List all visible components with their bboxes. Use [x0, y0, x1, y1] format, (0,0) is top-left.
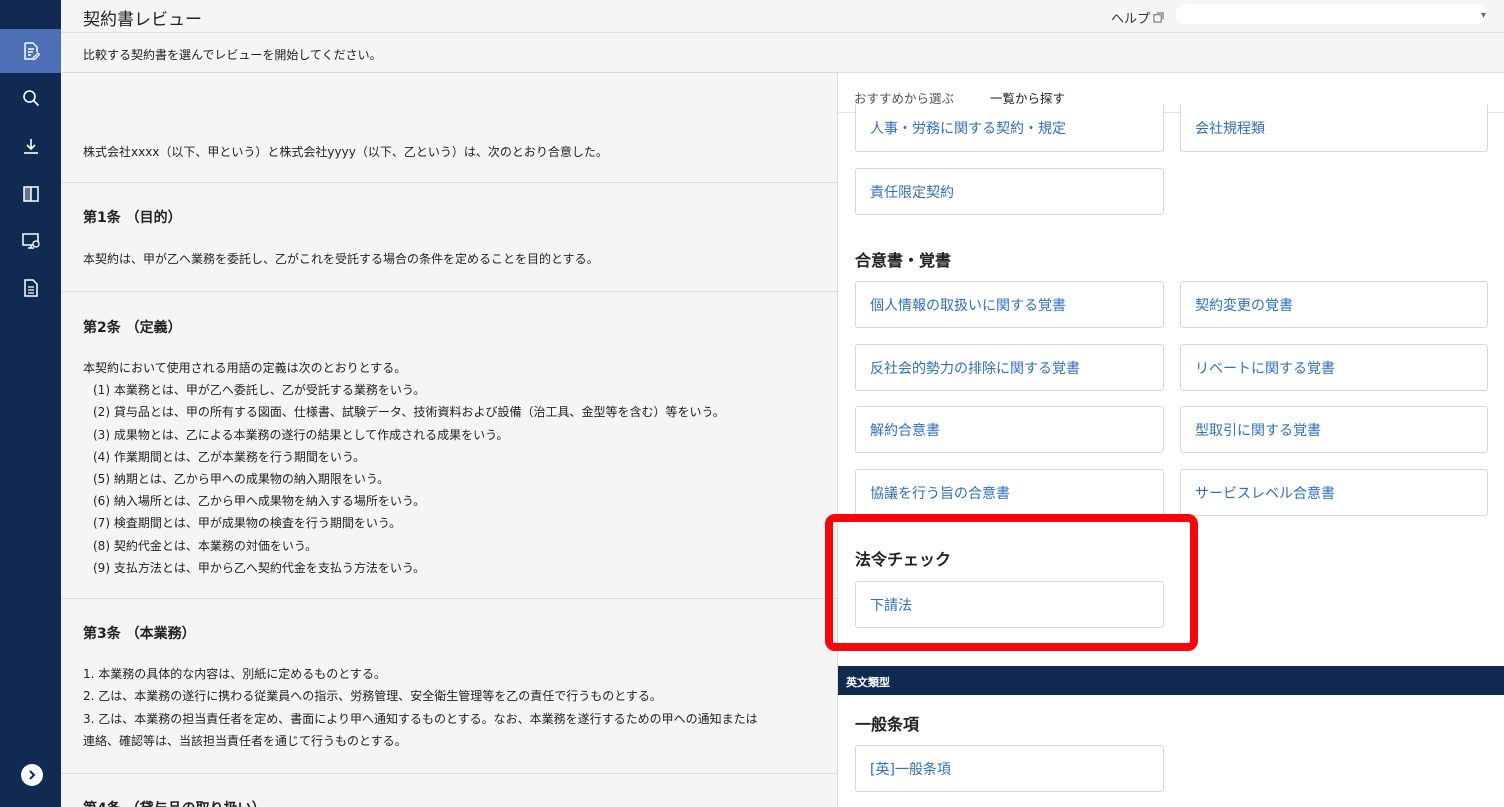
expand-sidebar-button[interactable] — [21, 764, 43, 786]
article-section: 第4条 （貸与品の取り扱い） — [61, 774, 837, 807]
template-card[interactable]: 契約変更の覚書 — [1180, 281, 1488, 328]
search-icon — [22, 90, 39, 107]
article-title: 第4条 （貸与品の取り扱い） — [83, 798, 266, 807]
chevron-right-icon — [29, 770, 36, 780]
sidebar-item-download[interactable] — [0, 124, 61, 168]
group-heading: 合意書・覚書 — [855, 251, 952, 270]
article-line: (7) 検査期間とは、甲が成果物の検査を行う期間をいう。 — [93, 516, 402, 530]
article-line: 本契約において使用される用語の定義は次のとおりとする。 — [83, 361, 407, 375]
template-card[interactable]: 会社規程類 — [1180, 105, 1488, 152]
header: 契約書レビュー ヘルプ ▾ — [61, 0, 1504, 33]
sidebar — [0, 0, 61, 807]
template-card[interactable]: 人事・労務に関する契約・規定 — [855, 105, 1164, 152]
sidebar-item-document[interactable] — [0, 266, 61, 310]
template-card[interactable]: サービスレベル合意書 — [1180, 469, 1488, 516]
template-card[interactable]: 解約合意書 — [855, 406, 1164, 453]
article-line: (4) 作業期間とは、乙が本業務を行う期間をいう。 — [93, 450, 366, 464]
article-line: (2) 貸与品とは、甲の所有する図面、仕様書、試験データ、技術資料および設備（治… — [93, 405, 725, 419]
template-card[interactable]: 協議を行う旨の合意書 — [855, 469, 1164, 516]
download-icon — [23, 139, 38, 154]
article-section: 第1条 （目的） 本契約は、甲が乙へ業務を委託し、乙がこれを受託する場合の条件を… — [61, 183, 837, 292]
contract-document[interactable]: 株式会社xxxx（以下、甲という）と株式会社yyyy（以下、乙という）は、次のと… — [61, 73, 838, 807]
sidebar-item-compare[interactable] — [0, 172, 61, 216]
template-card[interactable]: [英]一般条項 — [855, 745, 1164, 792]
sidebar-item-search[interactable] — [0, 76, 61, 120]
article-line: 1. 本業務の具体的な内容は、別紙に定めるものとする。 — [83, 667, 386, 681]
preamble-text: 株式会社xxxx（以下、甲という）と株式会社yyyy（以下、乙という）は、次のと… — [83, 145, 608, 159]
preamble-section: 株式会社xxxx（以下、甲という）と株式会社yyyy（以下、乙という）は、次のと… — [61, 73, 837, 183]
article-line: 本契約は、甲が乙へ業務を委託し、乙がこれを受託する場合の条件を定めることを目的と… — [83, 252, 599, 266]
article-title: 第1条 （目的） — [83, 210, 182, 226]
help-link[interactable]: ヘルプ — [1111, 8, 1164, 27]
article-line: 連絡、確認等は、当該担当責任者を通じて行うものとする。 — [83, 734, 407, 748]
template-card[interactable]: 型取引に関する覚書 — [1180, 406, 1488, 453]
instruction-text: 比較する契約書を選んでレビューを開始してください。 — [83, 48, 382, 62]
article-section: 第2条 （定義） 本契約において使用される用語の定義は次のとおりとする。 (1)… — [61, 292, 837, 599]
template-card[interactable]: 個人情報の取扱いに関する覚書 — [855, 281, 1164, 328]
user-menu[interactable] — [1176, 4, 1486, 24]
instruction-bar: 比較する契約書を選んでレビューを開始してください。 — [61, 33, 1504, 73]
page-title: 契約書レビュー — [83, 10, 202, 30]
external-link-icon — [1153, 12, 1164, 23]
article-line: 3. 乙は、本業務の担当責任者を定め、書面により甲へ通知するものとする。なお、本… — [83, 712, 758, 726]
template-panel: おすすめから選ぶ 一覧から探す 人事・労務に関する契約・規定 会社規程類 責任限… — [838, 73, 1504, 807]
article-line: (3) 成果物とは、乙による本業務の遂行の結果として作成される成果をいう。 — [93, 428, 509, 442]
article-line: (8) 契約代金とは、本業務の対価をいう。 — [93, 539, 318, 553]
compare-icon — [22, 186, 39, 202]
article-line: (1) 本業務とは、甲が乙へ委託し、乙が受託する業務をいう。 — [93, 383, 426, 397]
english-section-bar: 英文類型 — [838, 666, 1504, 695]
article-line: (5) 納期とは、乙から甲への成果物の納入期限をいう。 — [93, 472, 390, 486]
template-card[interactable]: 責任限定契約 — [855, 168, 1164, 215]
article-title: 第3条 （本業務） — [83, 626, 196, 642]
help-label: ヘルプ — [1111, 12, 1151, 27]
document-edit-icon — [23, 42, 40, 61]
article-section: 第3条 （本業務） 1. 本業務の具体的な内容は、別紙に定めるものとする。 2.… — [61, 599, 837, 774]
article-title: 第2条 （定義） — [83, 320, 182, 336]
article-line: 2. 乙は、本業務の遂行に携わる従業員への指示、労務管理、安全衛生管理等を乙の責… — [83, 689, 662, 703]
english-section-label: 英文類型 — [846, 676, 890, 689]
template-card[interactable]: リベートに関する覚書 — [1180, 344, 1488, 391]
article-line: (9) 支払方法とは、甲から乙へ契約代金を支払う方法をいう。 — [93, 561, 426, 575]
user-menu-caret-icon: ▾ — [1481, 10, 1487, 21]
highlight-box — [825, 514, 1198, 651]
monitor-settings-icon — [21, 233, 40, 249]
sidebar-item-contract-review[interactable] — [0, 29, 61, 73]
sidebar-item-monitor[interactable] — [0, 219, 61, 263]
template-card[interactable]: 反社会的勢力の排除に関する覚書 — [855, 344, 1164, 391]
group-heading: 一般条項 — [855, 715, 920, 734]
article-line: (6) 納入場所とは、乙から甲へ成果物を納入する場所をいう。 — [93, 494, 426, 508]
document-icon — [23, 279, 38, 297]
